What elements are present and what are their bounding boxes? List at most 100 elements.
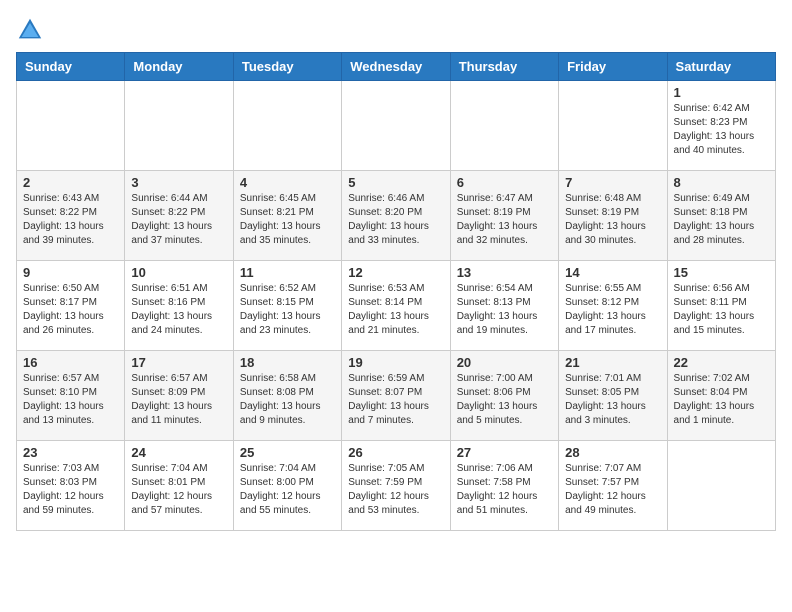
day-cell: 12 Sunrise: 6:53 AM Sunset: 8:14 PM Dayli…: [342, 261, 450, 351]
day-cell: [233, 81, 341, 171]
day-cell: 22Sunrise: 7:02 AM Sunset: 8:04 PM Dayli…: [667, 351, 775, 441]
day-number: 2: [23, 175, 118, 190]
day-number: 7: [565, 175, 660, 190]
day-info: Sunrise: 6:47 AM Sunset: 8:19 PM Dayligh…: [457, 192, 552, 248]
day-cell: 8 Sunrise: 6:49 AM Sunset: 8:18 PM Daylig…: [667, 171, 775, 261]
day-cell: [450, 81, 558, 171]
day-number: 4: [240, 175, 335, 190]
day-cell: 9 Sunrise: 6:50 AM Sunset: 8:17 PM Daylig…: [17, 261, 125, 351]
calendar: SundayMondayTuesdayWednesdayThursdayFrid…: [16, 52, 776, 531]
weekday-header-sunday: Sunday: [17, 53, 125, 81]
day-cell: 14 Sunrise: 6:55 AM Sunset: 8:12 PM Dayli…: [559, 261, 667, 351]
day-number: 23: [23, 445, 118, 460]
day-info: Sunrise: 6:50 AM Sunset: 8:17 PM Dayligh…: [23, 282, 118, 338]
day-number: 18: [240, 355, 335, 370]
day-info: Sunrise: 6:42 AM Sunset: 8:23 PM Dayligh…: [674, 102, 769, 158]
day-cell: 23 Sunrise: 7:03 AM Sunset: 8:03 PM Dayli…: [17, 441, 125, 531]
weekday-header-monday: Monday: [125, 53, 233, 81]
day-cell: 16Sunrise: 6:57 AM Sunset: 8:10 PM Dayli…: [17, 351, 125, 441]
day-number: 12: [348, 265, 443, 280]
week-row-4: 16Sunrise: 6:57 AM Sunset: 8:10 PM Dayli…: [17, 351, 776, 441]
day-info: Sunrise: 7:00 AM Sunset: 8:06 PM Dayligh…: [457, 372, 552, 428]
day-cell: 21 Sunrise: 7:01 AM Sunset: 8:05 PM Dayli…: [559, 351, 667, 441]
day-cell: 19 Sunrise: 6:59 AM Sunset: 8:07 PM Dayli…: [342, 351, 450, 441]
day-info: Sunrise: 6:45 AM Sunset: 8:21 PM Dayligh…: [240, 192, 335, 248]
day-cell: [17, 81, 125, 171]
day-number: 3: [131, 175, 226, 190]
day-info: Sunrise: 7:05 AM Sunset: 7:59 PM Dayligh…: [348, 462, 443, 518]
day-number: 17: [131, 355, 226, 370]
day-info: Sunrise: 6:49 AM Sunset: 8:18 PM Dayligh…: [674, 192, 769, 248]
week-row-2: 2 Sunrise: 6:43 AM Sunset: 8:22 PM Daylig…: [17, 171, 776, 261]
day-number: 13: [457, 265, 552, 280]
page-header: [16, 16, 776, 44]
day-cell: [342, 81, 450, 171]
day-number: 21: [565, 355, 660, 370]
logo: [16, 16, 48, 44]
day-cell: 11 Sunrise: 6:52 AM Sunset: 8:15 PM Dayli…: [233, 261, 341, 351]
day-info: Sunrise: 6:43 AM Sunset: 8:22 PM Dayligh…: [23, 192, 118, 248]
day-cell: [125, 81, 233, 171]
day-info: Sunrise: 6:52 AM Sunset: 8:15 PM Dayligh…: [240, 282, 335, 338]
day-cell: 15 Sunrise: 6:56 AM Sunset: 8:11 PM Dayli…: [667, 261, 775, 351]
day-number: 14: [565, 265, 660, 280]
day-cell: 24Sunrise: 7:04 AM Sunset: 8:01 PM Dayli…: [125, 441, 233, 531]
day-cell: 7 Sunrise: 6:48 AM Sunset: 8:19 PM Daylig…: [559, 171, 667, 261]
weekday-header-wednesday: Wednesday: [342, 53, 450, 81]
day-cell: 17 Sunrise: 6:57 AM Sunset: 8:09 PM Dayli…: [125, 351, 233, 441]
day-info: Sunrise: 7:01 AM Sunset: 8:05 PM Dayligh…: [565, 372, 660, 428]
day-cell: 18 Sunrise: 6:58 AM Sunset: 8:08 PM Dayli…: [233, 351, 341, 441]
day-cell: 10 Sunrise: 6:51 AM Sunset: 8:16 PM Dayli…: [125, 261, 233, 351]
day-cell: [667, 441, 775, 531]
day-info: Sunrise: 6:53 AM Sunset: 8:14 PM Dayligh…: [348, 282, 443, 338]
day-number: 28: [565, 445, 660, 460]
day-info: Sunrise: 6:54 AM Sunset: 8:13 PM Dayligh…: [457, 282, 552, 338]
day-info: Sunrise: 7:07 AM Sunset: 7:57 PM Dayligh…: [565, 462, 660, 518]
day-info: Sunrise: 7:04 AM Sunset: 8:00 PM Dayligh…: [240, 462, 335, 518]
day-cell: 1Sunrise: 6:42 AM Sunset: 8:23 PM Daylig…: [667, 81, 775, 171]
day-info: Sunrise: 6:46 AM Sunset: 8:20 PM Dayligh…: [348, 192, 443, 248]
day-info: Sunrise: 7:06 AM Sunset: 7:58 PM Dayligh…: [457, 462, 552, 518]
day-cell: 27 Sunrise: 7:06 AM Sunset: 7:58 PM Dayli…: [450, 441, 558, 531]
day-number: 5: [348, 175, 443, 190]
weekday-header-friday: Friday: [559, 53, 667, 81]
weekday-header-thursday: Thursday: [450, 53, 558, 81]
day-number: 6: [457, 175, 552, 190]
day-number: 16: [23, 355, 118, 370]
day-number: 10: [131, 265, 226, 280]
day-number: 9: [23, 265, 118, 280]
day-number: 15: [674, 265, 769, 280]
day-cell: 28 Sunrise: 7:07 AM Sunset: 7:57 PM Dayli…: [559, 441, 667, 531]
day-info: Sunrise: 6:48 AM Sunset: 8:19 PM Dayligh…: [565, 192, 660, 248]
day-cell: 4 Sunrise: 6:45 AM Sunset: 8:21 PM Daylig…: [233, 171, 341, 261]
week-row-1: 1Sunrise: 6:42 AM Sunset: 8:23 PM Daylig…: [17, 81, 776, 171]
day-info: Sunrise: 6:58 AM Sunset: 8:08 PM Dayligh…: [240, 372, 335, 428]
day-cell: [559, 81, 667, 171]
day-cell: 5 Sunrise: 6:46 AM Sunset: 8:20 PM Daylig…: [342, 171, 450, 261]
day-cell: 20 Sunrise: 7:00 AM Sunset: 8:06 PM Dayli…: [450, 351, 558, 441]
day-number: 8: [674, 175, 769, 190]
day-info: Sunrise: 6:51 AM Sunset: 8:16 PM Dayligh…: [131, 282, 226, 338]
day-cell: 6 Sunrise: 6:47 AM Sunset: 8:19 PM Daylig…: [450, 171, 558, 261]
day-cell: 26Sunrise: 7:05 AM Sunset: 7:59 PM Dayli…: [342, 441, 450, 531]
day-info: Sunrise: 7:03 AM Sunset: 8:03 PM Dayligh…: [23, 462, 118, 518]
week-row-5: 23 Sunrise: 7:03 AM Sunset: 8:03 PM Dayli…: [17, 441, 776, 531]
day-info: Sunrise: 7:04 AM Sunset: 8:01 PM Dayligh…: [131, 462, 226, 518]
weekday-header-row: SundayMondayTuesdayWednesdayThursdayFrid…: [17, 53, 776, 81]
day-info: Sunrise: 6:55 AM Sunset: 8:12 PM Dayligh…: [565, 282, 660, 338]
day-number: 27: [457, 445, 552, 460]
day-cell: 2 Sunrise: 6:43 AM Sunset: 8:22 PM Daylig…: [17, 171, 125, 261]
day-number: 25: [240, 445, 335, 460]
day-cell: 25 Sunrise: 7:04 AM Sunset: 8:00 PM Dayli…: [233, 441, 341, 531]
day-number: 22: [674, 355, 769, 370]
day-number: 11: [240, 265, 335, 280]
day-number: 20: [457, 355, 552, 370]
week-row-3: 9 Sunrise: 6:50 AM Sunset: 8:17 PM Daylig…: [17, 261, 776, 351]
day-info: Sunrise: 6:56 AM Sunset: 8:11 PM Dayligh…: [674, 282, 769, 338]
day-info: Sunrise: 6:44 AM Sunset: 8:22 PM Dayligh…: [131, 192, 226, 248]
weekday-header-tuesday: Tuesday: [233, 53, 341, 81]
day-info: Sunrise: 6:57 AM Sunset: 8:09 PM Dayligh…: [131, 372, 226, 428]
day-cell: 13 Sunrise: 6:54 AM Sunset: 8:13 PM Dayli…: [450, 261, 558, 351]
day-info: Sunrise: 6:59 AM Sunset: 8:07 PM Dayligh…: [348, 372, 443, 428]
day-number: 19: [348, 355, 443, 370]
